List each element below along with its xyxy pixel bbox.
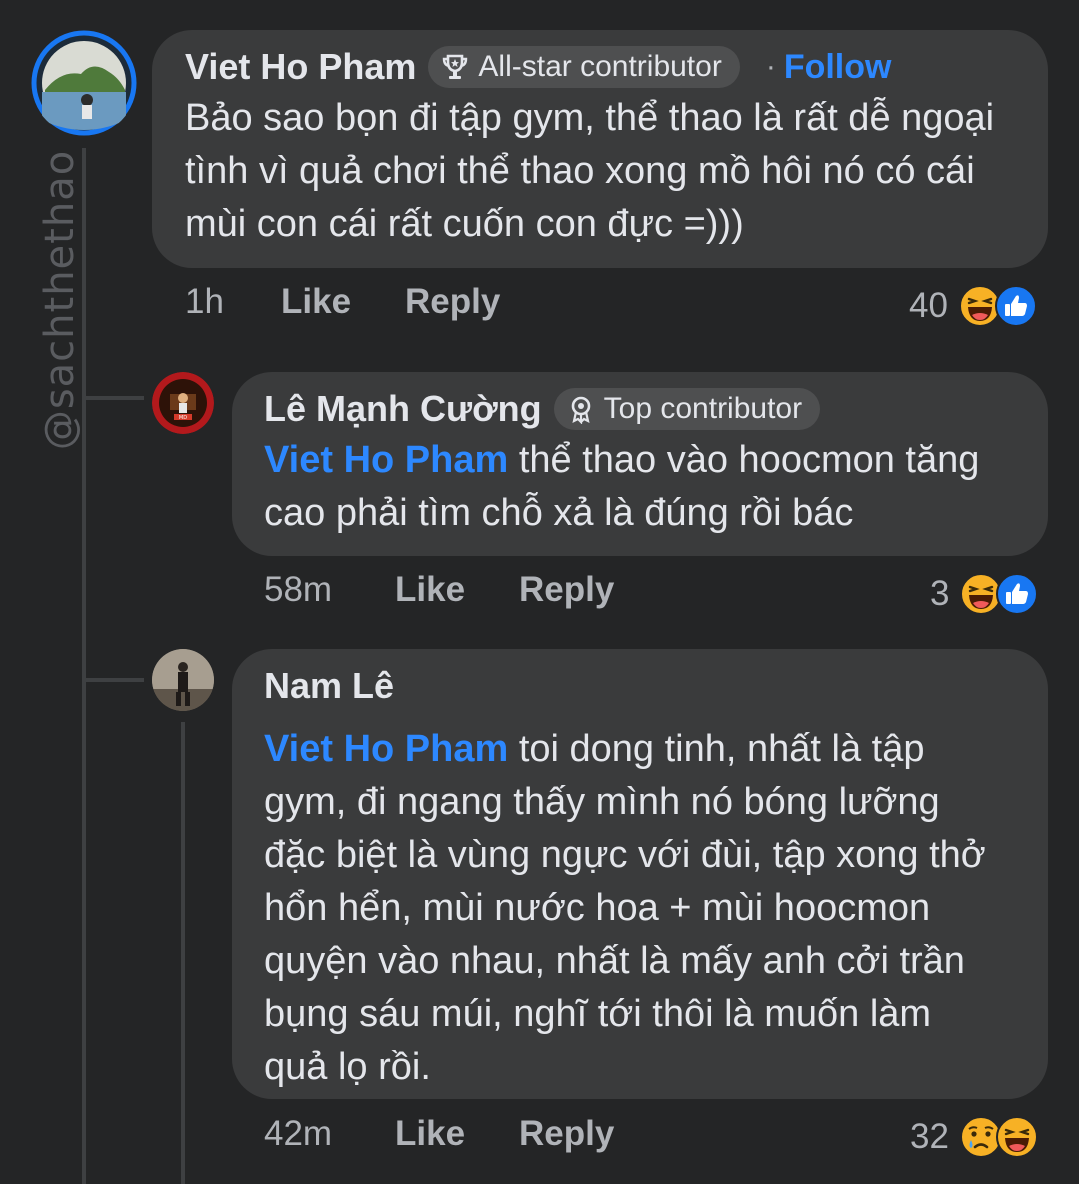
avatar-image xyxy=(31,30,137,136)
like-button[interactable]: Like xyxy=(281,282,405,322)
comment-bubble: Viet Ho Pham All-star contributor · Foll… xyxy=(152,30,1048,268)
mention-link[interactable]: Viet Ho Pham xyxy=(264,439,508,481)
follow-button[interactable]: Follow xyxy=(784,48,892,87)
timestamp[interactable]: 1h xyxy=(185,282,281,322)
comment-text: Viet Ho Pham toi dong tinh, nhất là tập … xyxy=(264,723,1004,1094)
like-button[interactable]: Like xyxy=(395,570,519,610)
mention-link[interactable]: Viet Ho Pham xyxy=(264,728,508,770)
comment-actions: 42m Like Reply xyxy=(264,1114,614,1154)
contributor-badge[interactable]: Top contributor xyxy=(553,388,821,430)
watermark: @sachthethao xyxy=(37,149,84,451)
avatar-image: MD xyxy=(152,372,214,434)
award-icon xyxy=(571,396,590,424)
comment-actions: 1h Like Reply xyxy=(185,282,500,322)
haha-icon xyxy=(995,1116,1038,1158)
comment-header: Lê Mạnh Cường Top contributor xyxy=(264,388,1016,430)
trophy-icon xyxy=(443,54,468,79)
svg-text:MD: MD xyxy=(179,415,187,421)
comment-text: Viet Ho Pham thể thao vào hoocmon tăng c… xyxy=(264,434,1014,540)
like-icon xyxy=(996,573,1039,615)
reaction-summary[interactable]: 3 xyxy=(930,572,1039,616)
contributor-badge[interactable]: All-star contributor xyxy=(428,46,740,88)
comment-text: Bảo sao bọn đi tập gym, thể thao là rất … xyxy=(185,97,995,245)
avatar[interactable] xyxy=(152,649,214,711)
author-name[interactable]: Viet Ho Pham xyxy=(185,46,416,88)
comment-bubble: Lê Mạnh Cường Top contributor Viet Ho Ph… xyxy=(232,372,1048,556)
reaction-summary[interactable]: 32 xyxy=(910,1115,1039,1159)
badge-label: All-star contributor xyxy=(478,50,722,83)
like-icon xyxy=(994,285,1037,327)
comment-header: Nam Lê xyxy=(264,665,1016,707)
author-name[interactable]: Lê Mạnh Cường xyxy=(264,388,542,430)
timestamp[interactable]: 58m xyxy=(264,570,395,610)
comment-thread: @sachthethao Viet Ho Pham All-star contr… xyxy=(0,0,1079,1184)
thread-line-nested xyxy=(181,722,185,1184)
avatar[interactable] xyxy=(31,30,137,136)
timestamp[interactable]: 42m xyxy=(264,1114,395,1154)
avatar-image xyxy=(152,649,214,711)
like-button[interactable]: Like xyxy=(395,1114,519,1154)
reply-button[interactable]: Reply xyxy=(519,1114,614,1154)
separator-dot: · xyxy=(765,50,776,83)
reaction-count: 40 xyxy=(909,286,948,325)
reaction-summary[interactable]: 40 xyxy=(909,284,1038,328)
reply-button[interactable]: Reply xyxy=(519,570,614,610)
comment-header: Viet Ho Pham All-star contributor · Foll… xyxy=(185,46,1016,88)
reaction-count: 32 xyxy=(910,1117,949,1156)
reply-button[interactable]: Reply xyxy=(405,282,500,322)
thread-connector-1 xyxy=(82,396,144,400)
avatar[interactable]: MD xyxy=(152,372,214,434)
author-name[interactable]: Nam Lê xyxy=(264,665,394,707)
comment-actions: 58m Like Reply xyxy=(264,570,614,610)
reaction-count: 3 xyxy=(930,574,950,613)
comment-body: toi dong tinh, nhất là tập gym, đi ngang… xyxy=(264,728,986,1088)
badge-label: Top contributor xyxy=(603,392,803,425)
thread-connector-2 xyxy=(82,678,144,682)
comment-bubble: Nam Lê Viet Ho Pham toi dong tinh, nhất … xyxy=(232,649,1048,1099)
